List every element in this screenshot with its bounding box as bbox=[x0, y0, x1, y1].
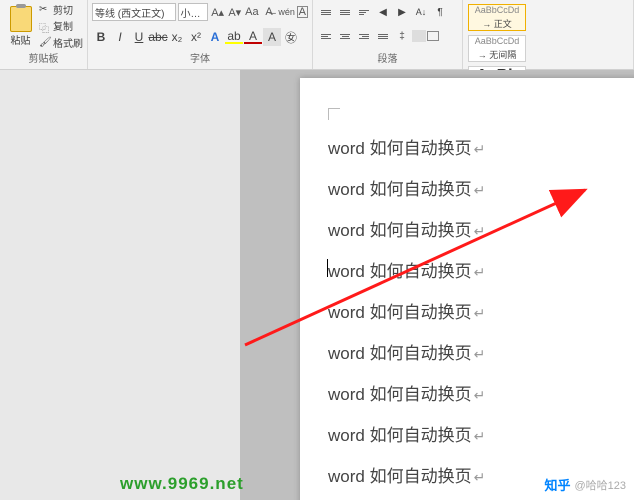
document-line[interactable]: word 如何自动换页↵ bbox=[328, 175, 634, 200]
align-justify-icon bbox=[378, 34, 388, 39]
paragraph-mark-icon: ↵ bbox=[474, 223, 486, 239]
brush-icon: 🖌 bbox=[39, 37, 50, 48]
ribbon-toolbar: 粘贴 ✂ 剪切 ⿻ 复制 🖌 格式刷 剪贴板 等线 (西文正文) bbox=[0, 0, 634, 70]
paragraph-group-label: 段落 bbox=[317, 50, 458, 67]
style-name: → 正文 bbox=[482, 17, 512, 30]
change-case-button[interactable]: Aa bbox=[244, 4, 259, 20]
navigation-panel bbox=[0, 70, 240, 500]
align-center-icon bbox=[340, 34, 350, 39]
line-spacing-button[interactable]: ‡ bbox=[393, 28, 411, 44]
document-line[interactable]: word 如何自动换页↵ bbox=[328, 421, 634, 446]
text-effects-button[interactable]: A bbox=[206, 28, 224, 46]
paragraph-mark-icon: ↵ bbox=[474, 141, 486, 157]
clear-format-button[interactable]: A̶ bbox=[261, 4, 276, 20]
clipboard-group: 粘贴 ✂ 剪切 ⿻ 复制 🖌 格式刷 剪贴板 bbox=[0, 0, 88, 69]
highlight-button[interactable]: ab bbox=[225, 30, 243, 44]
italic-button[interactable]: I bbox=[111, 28, 129, 46]
enclose-char-button[interactable]: ㊛ bbox=[282, 28, 300, 46]
subscript-button[interactable]: x₂ bbox=[168, 28, 186, 46]
phonetic-button[interactable]: wén bbox=[279, 4, 295, 20]
watermark-text: www.9969.net bbox=[120, 474, 244, 494]
shrink-font-button[interactable]: A▾ bbox=[227, 4, 242, 20]
align-right-button[interactable] bbox=[355, 28, 373, 44]
bullets-icon bbox=[321, 10, 331, 15]
style-preview: AaBbCcDd bbox=[475, 36, 520, 46]
bold-button[interactable]: B bbox=[92, 28, 110, 46]
show-marks-button[interactable]: ¶ bbox=[431, 4, 449, 20]
borders-button[interactable] bbox=[427, 31, 439, 41]
document-line[interactable]: word 如何自动换页↵ bbox=[328, 257, 634, 282]
document-line[interactable]: word 如何自动换页↵ bbox=[328, 380, 634, 405]
document-line[interactable]: word 如何自动换页↵ bbox=[328, 339, 634, 364]
margin-corner-icon bbox=[328, 108, 340, 120]
align-justify-button[interactable] bbox=[374, 28, 392, 44]
document-line[interactable]: word 如何自动换页↵ bbox=[328, 298, 634, 323]
paragraph-mark-icon: ↵ bbox=[474, 387, 486, 403]
paragraph-mark-icon: ↵ bbox=[474, 428, 486, 444]
sort-button[interactable]: A↓ bbox=[412, 4, 430, 20]
bullets-button[interactable] bbox=[317, 4, 335, 20]
align-center-button[interactable] bbox=[336, 28, 354, 44]
font-group: 等线 (西文正文) 小… A▴ A▾ Aa A̶ wén A B I U abc… bbox=[88, 0, 313, 69]
grow-font-button[interactable]: A▴ bbox=[210, 4, 225, 20]
paste-label: 粘贴 bbox=[11, 32, 31, 47]
font-name-select[interactable]: 等线 (西文正文) bbox=[92, 3, 176, 21]
format-painter-button[interactable]: 🖌 格式刷 bbox=[39, 35, 83, 50]
strike-button[interactable]: abc bbox=[149, 28, 167, 46]
copy-icon: ⿻ bbox=[39, 20, 50, 31]
decrease-indent-button[interactable]: ◀ bbox=[374, 4, 392, 20]
cut-button[interactable]: ✂ 剪切 bbox=[39, 2, 83, 17]
document-page[interactable]: word 如何自动换页↵ word 如何自动换页↵ word 如何自动换页↵ word… bbox=[300, 78, 634, 500]
document-line[interactable]: word 如何自动换页↵ bbox=[328, 134, 634, 159]
style-name: → 无间隔 bbox=[478, 48, 517, 61]
font-group-label: 字体 bbox=[92, 50, 308, 67]
font-size-select[interactable]: 小… bbox=[178, 3, 209, 21]
align-left-icon bbox=[321, 34, 331, 39]
scissors-icon: ✂ bbox=[39, 4, 50, 15]
clipboard-icon bbox=[10, 6, 32, 32]
paragraph-mark-icon: ↵ bbox=[474, 346, 486, 362]
document-line[interactable]: word 如何自动换页↵ bbox=[328, 216, 634, 241]
numbering-button[interactable] bbox=[336, 4, 354, 20]
style-box-0[interactable]: AaBbCcDd → 正文 bbox=[468, 4, 526, 31]
workspace: word 如何自动换页↵ word 如何自动换页↵ word 如何自动换页↵ word… bbox=[0, 70, 634, 500]
zhihu-user: @哈哈123 bbox=[574, 477, 626, 493]
zhihu-attribution: 知乎 @哈哈123 bbox=[544, 475, 626, 494]
increase-indent-button[interactable]: ▶ bbox=[393, 4, 411, 20]
char-border-button[interactable]: A bbox=[297, 6, 308, 18]
underline-button[interactable]: U bbox=[130, 28, 148, 46]
style-preview: AaBbCcDd bbox=[475, 5, 520, 15]
char-shading-button[interactable]: A bbox=[263, 28, 281, 46]
align-right-icon bbox=[359, 34, 369, 39]
zhihu-logo-icon: 知乎 bbox=[544, 475, 570, 494]
shading-button[interactable] bbox=[412, 30, 426, 42]
multilevel-button[interactable] bbox=[355, 4, 373, 20]
paragraph-mark-icon: ↵ bbox=[474, 469, 486, 485]
numbering-icon bbox=[340, 10, 350, 15]
paste-button[interactable]: 粘贴 bbox=[4, 2, 37, 50]
styles-group: AaBbCcDd→ 正文AaBbCcDd→ 无间隔AaBb标题 1AaB bbox=[463, 0, 634, 69]
align-left-button[interactable] bbox=[317, 28, 335, 44]
paragraph-mark-icon: ↵ bbox=[474, 264, 486, 280]
multilevel-icon bbox=[359, 10, 369, 15]
font-color-button[interactable]: A bbox=[244, 30, 262, 44]
copy-button[interactable]: ⿻ 复制 bbox=[39, 18, 83, 33]
style-box-1[interactable]: AaBbCcDd → 无间隔 bbox=[468, 35, 526, 62]
clipboard-group-label: 剪贴板 bbox=[4, 50, 83, 67]
paragraph-group: ◀ ▶ A↓ ¶ ‡ 段落 bbox=[313, 0, 463, 69]
superscript-button[interactable]: x² bbox=[187, 28, 205, 46]
paragraph-mark-icon: ↵ bbox=[474, 305, 486, 321]
document-area: word 如何自动换页↵ word 如何自动换页↵ word 如何自动换页↵ word… bbox=[240, 70, 634, 500]
paragraph-mark-icon: ↵ bbox=[474, 182, 486, 198]
